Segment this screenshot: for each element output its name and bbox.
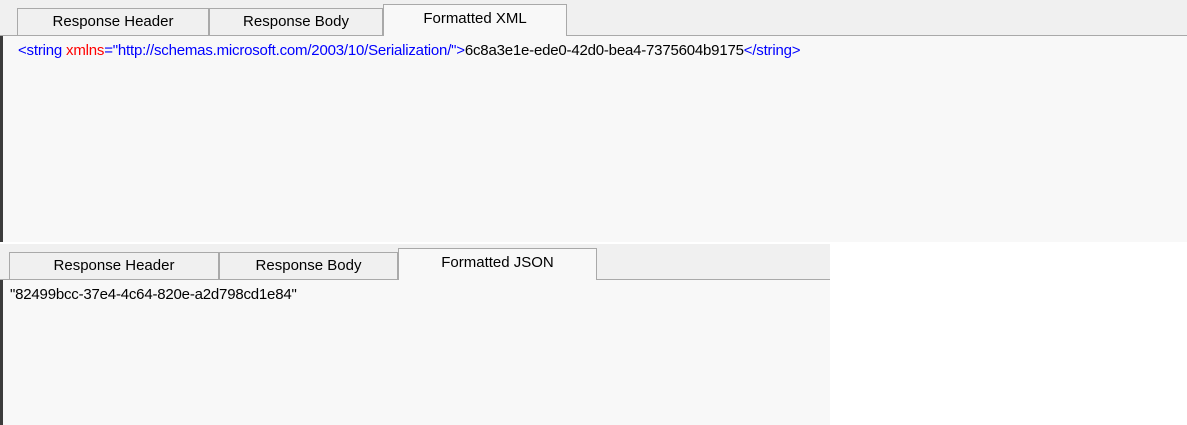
formatted-json-content[interactable]: "82499bcc-37e4-4c64-820e-a2d798cd1e84" (0, 280, 830, 425)
json-text: "82499bcc-37e4-4c64-820e-a2d798cd1e84" (10, 286, 297, 303)
tab-formatted-json[interactable]: Formatted JSON (398, 248, 597, 280)
xml-attr-name: xmlns (66, 42, 105, 59)
xml-attr-value: "http://schemas.microsoft.com/2003/10/Se… (112, 42, 457, 59)
tab-response-header[interactable]: Response Header (9, 252, 219, 279)
tab-response-header[interactable]: Response Header (17, 8, 209, 35)
tab-strip: Response Header Response Body Formatted … (0, 244, 830, 280)
tab-strip: Response Header Response Body Formatted … (0, 0, 1187, 36)
left-border (0, 280, 3, 425)
xml-close-bracket: > (456, 42, 465, 59)
response-viewer-json: Response Header Response Body Formatted … (0, 244, 830, 425)
formatted-xml-content[interactable]: <string xmlns="http://schemas.microsoft.… (0, 36, 1187, 242)
left-border (0, 36, 3, 242)
xml-open-tag: <string (18, 42, 67, 59)
response-viewer-xml: Response Header Response Body Formatted … (0, 0, 1187, 242)
tab-response-body[interactable]: Response Body (209, 8, 383, 35)
xml-text-value: 6c8a3e1e-ede0-42d0-bea4-7375604b9175 (464, 42, 744, 59)
xml-attr-eq: = (104, 42, 113, 59)
tab-response-body[interactable]: Response Body (219, 252, 398, 279)
xml-end-tag: </string> (743, 42, 801, 59)
xml-line: <string xmlns="http://schemas.microsoft.… (18, 42, 801, 59)
tab-formatted-xml[interactable]: Formatted XML (383, 4, 567, 36)
